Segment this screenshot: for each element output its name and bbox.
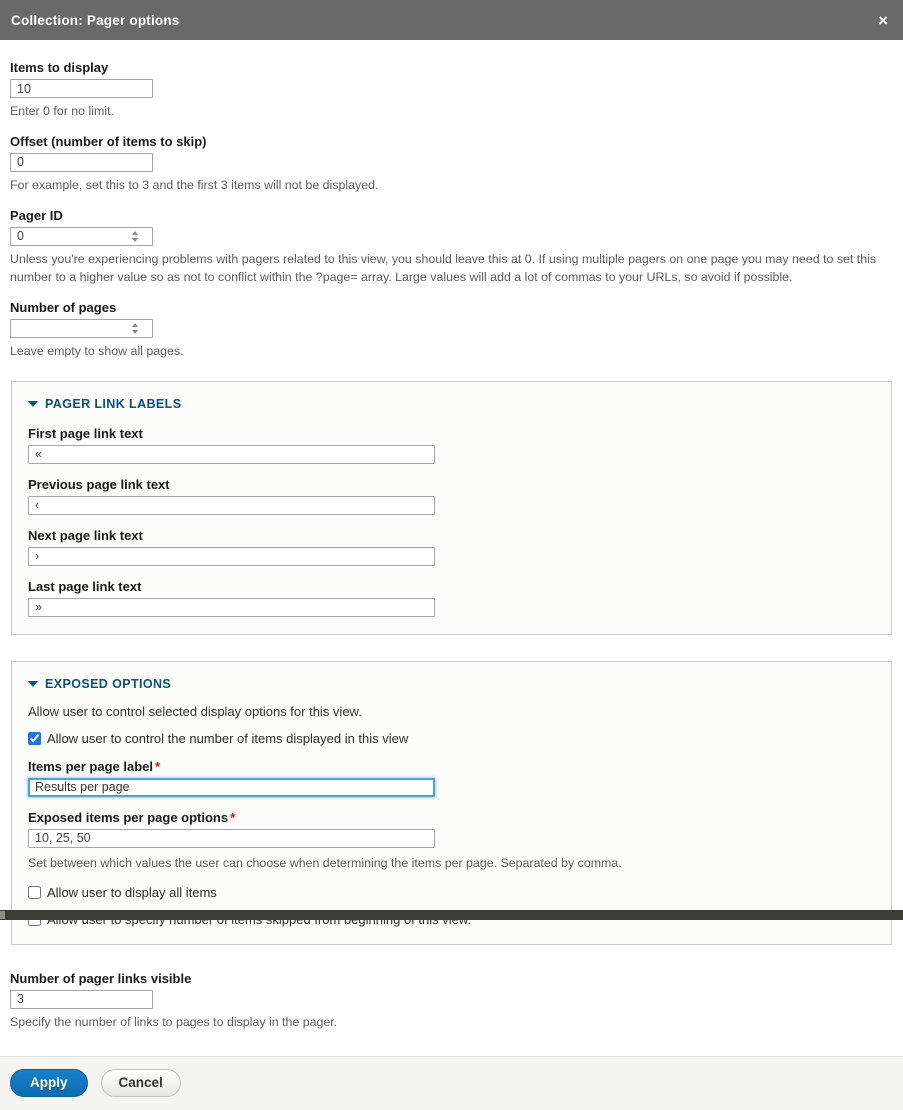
exposed-items-options-label: Exposed items per page options* bbox=[28, 810, 875, 825]
pager-link-labels-legend[interactable]: PAGER LINK LABELS bbox=[28, 382, 875, 413]
pager-id-field: Pager ID Unless you're experiencing prob… bbox=[10, 208, 893, 287]
items-per-page-input[interactable] bbox=[28, 778, 435, 797]
last-page-link-field: Last page link text bbox=[28, 579, 875, 617]
number-spinner-icon[interactable] bbox=[130, 231, 139, 242]
display-all-checkbox-row: Allow user to display all items bbox=[28, 885, 875, 900]
first-page-link-label: First page link text bbox=[28, 426, 875, 441]
pager-links-visible-label: Number of pager links visible bbox=[10, 971, 893, 986]
next-page-link-field: Next page link text bbox=[28, 528, 875, 566]
items-per-page-label: Items per page label* bbox=[28, 759, 875, 774]
exposed-options-fieldset: EXPOSED OPTIONS Allow user to control se… bbox=[11, 661, 892, 945]
exposed-items-options-input[interactable] bbox=[28, 829, 435, 848]
close-icon[interactable]: × bbox=[874, 10, 892, 31]
control-items-checkbox-row: Allow user to control the number of item… bbox=[28, 731, 875, 746]
control-items-checkbox[interactable] bbox=[28, 732, 41, 745]
number-of-pages-field: Number of pages Leave empty to show all … bbox=[10, 300, 893, 361]
pager-link-labels-fieldset: PAGER LINK LABELS First page link text P… bbox=[11, 381, 892, 635]
modal-header: Collection: Pager options × bbox=[0, 0, 903, 40]
previous-page-link-input[interactable] bbox=[28, 496, 435, 515]
next-page-link-label: Next page link text bbox=[28, 528, 875, 543]
items-per-page-label-field: Items per page label* bbox=[28, 759, 875, 797]
modal-footer: Apply Cancel bbox=[0, 1056, 903, 1110]
items-to-display-field: Items to display Enter 0 for no limit. bbox=[10, 60, 893, 121]
apply-button[interactable]: Apply bbox=[10, 1069, 88, 1097]
pager-links-visible-help: Specify the number of links to pages to … bbox=[10, 1014, 893, 1032]
next-page-link-input[interactable] bbox=[28, 547, 435, 566]
last-page-link-label: Last page link text bbox=[28, 579, 875, 594]
number-spinner-icon[interactable] bbox=[130, 323, 139, 334]
offset-field: Offset (number of items to skip) For exa… bbox=[10, 134, 893, 195]
exposed-options-description: Allow user to control selected display o… bbox=[28, 704, 875, 719]
offset-input[interactable] bbox=[10, 153, 153, 172]
last-page-link-input[interactable] bbox=[28, 598, 435, 617]
background-page-notch bbox=[0, 911, 5, 919]
control-items-checkbox-label[interactable]: Allow user to control the number of item… bbox=[47, 731, 408, 746]
first-page-link-input[interactable] bbox=[28, 445, 435, 464]
pager-id-help: Unless you're experiencing problems with… bbox=[10, 251, 893, 287]
collapse-arrow-icon bbox=[28, 401, 38, 407]
required-marker: * bbox=[155, 759, 160, 774]
exposed-items-options-field: Exposed items per page options* Set betw… bbox=[28, 810, 875, 873]
previous-page-link-field: Previous page link text bbox=[28, 477, 875, 515]
background-page-strip bbox=[0, 910, 903, 920]
offset-label: Offset (number of items to skip) bbox=[10, 134, 893, 149]
pager-links-visible-input[interactable] bbox=[10, 990, 153, 1009]
items-to-display-input[interactable] bbox=[10, 79, 153, 98]
previous-page-link-label: Previous page link text bbox=[28, 477, 875, 492]
exposed-items-options-help: Set between which values the user can ch… bbox=[28, 855, 875, 873]
items-to-display-label: Items to display bbox=[10, 60, 893, 75]
cancel-button[interactable]: Cancel bbox=[101, 1069, 181, 1097]
number-of-pages-help: Leave empty to show all pages. bbox=[10, 343, 893, 361]
exposed-options-legend[interactable]: EXPOSED OPTIONS bbox=[28, 662, 875, 693]
items-to-display-help: Enter 0 for no limit. bbox=[10, 103, 893, 121]
pager-links-visible-field: Number of pager links visible Specify th… bbox=[10, 971, 893, 1032]
display-all-checkbox-label[interactable]: Allow user to display all items bbox=[47, 885, 217, 900]
number-of-pages-label: Number of pages bbox=[10, 300, 893, 315]
first-page-link-field: First page link text bbox=[28, 426, 875, 464]
display-all-checkbox[interactable] bbox=[28, 886, 41, 899]
collapse-arrow-icon bbox=[28, 681, 38, 687]
modal-body: Items to display Enter 0 for no limit. O… bbox=[0, 40, 903, 1032]
offset-help: For example, set this to 3 and the first… bbox=[10, 177, 893, 195]
pager-id-label: Pager ID bbox=[10, 208, 893, 223]
modal-title: Collection: Pager options bbox=[11, 13, 180, 28]
required-marker: * bbox=[230, 810, 235, 825]
